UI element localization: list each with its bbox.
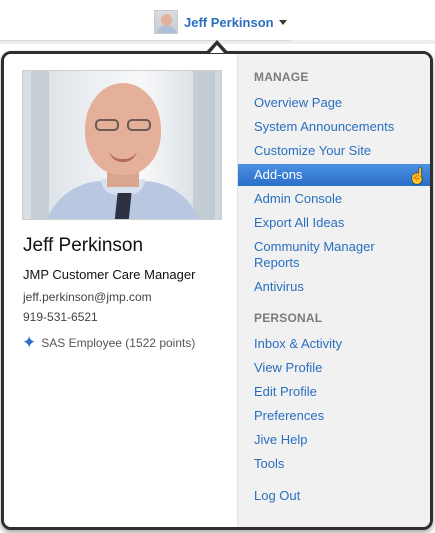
menu-item-admin-console[interactable]: Admin Console: [238, 191, 430, 207]
menu-item-view-profile[interactable]: View Profile: [238, 360, 430, 376]
logout-link[interactable]: Log Out: [238, 488, 430, 504]
profile-photo: [22, 70, 222, 220]
chevron-down-icon[interactable]: [278, 19, 287, 25]
popover-arrow-fill: [210, 45, 224, 53]
menu-item-add-ons-label: Add-ons: [254, 167, 303, 182]
menu-item-inbox-activity[interactable]: Inbox & Activity: [238, 336, 430, 352]
menu-item-community-manager-reports[interactable]: Community Manager Reports: [238, 239, 388, 271]
personal-heading: PERSONAL: [254, 311, 323, 325]
profile-phone: 919-531-6521: [23, 310, 98, 324]
hand-cursor-icon: ☝: [408, 168, 427, 185]
manage-heading: MANAGE: [254, 70, 309, 84]
menu-item-tools[interactable]: Tools: [238, 456, 430, 472]
user-menu-trigger[interactable]: Jeff Perkinson: [154, 9, 287, 35]
profile-status: ✦ SAS Employee (1522 points): [22, 334, 195, 351]
menu-item-jive-help[interactable]: Jive Help: [238, 432, 430, 448]
menu-item-overview-page[interactable]: Overview Page: [238, 95, 430, 111]
avatar: [154, 10, 178, 34]
menu-item-edit-profile[interactable]: Edit Profile: [238, 384, 430, 400]
background-divider: [0, 40, 290, 41]
profile-name: Jeff Perkinson: [23, 235, 144, 256]
star-icon: ✦: [22, 333, 37, 352]
profile-email: jeff.perkinson@jmp.com: [23, 290, 152, 304]
status-text: SAS Employee (1522 points): [41, 335, 196, 350]
profile-panel: Jeff Perkinson JMP Customer Care Manager…: [4, 54, 237, 527]
menu-item-export-all-ideas[interactable]: Export All Ideas: [238, 215, 430, 231]
menu-item-add-ons[interactable]: Add-ons ☝: [238, 164, 430, 186]
menu-item-antivirus[interactable]: Antivirus: [238, 279, 430, 295]
user-name-link[interactable]: Jeff Perkinson: [184, 15, 274, 30]
user-popover: Jeff Perkinson JMP Customer Care Manager…: [1, 51, 433, 530]
menu-item-customize-your-site[interactable]: Customize Your Site: [238, 143, 430, 159]
menu-item-system-announcements[interactable]: System Announcements: [238, 119, 430, 135]
menu-panel: MANAGE Overview Page System Announcement…: [237, 54, 430, 527]
menu-item-preferences[interactable]: Preferences: [238, 408, 430, 424]
profile-title: JMP Customer Care Manager: [23, 267, 196, 282]
